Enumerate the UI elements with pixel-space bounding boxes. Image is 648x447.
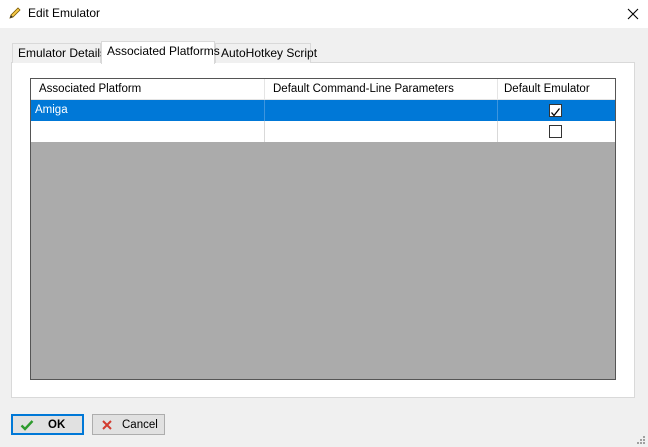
tab-emulator-details[interactable]: Emulator Details: [12, 43, 106, 63]
platforms-grid[interactable]: Associated Platform Default Command-Line…: [30, 78, 616, 380]
resize-grip-icon[interactable]: [636, 435, 646, 445]
default-emulator-cell[interactable]: [498, 100, 615, 121]
table-row[interactable]: [31, 121, 615, 142]
x-icon: [102, 419, 112, 430]
default-emulator-cell[interactable]: [498, 121, 615, 142]
tab-label: Associated Platforms: [107, 44, 220, 58]
pencil-icon: [9, 7, 21, 19]
platform-cell[interactable]: Amiga: [31, 100, 265, 121]
window-title: Edit Emulator: [28, 6, 101, 20]
column-header-default-emulator[interactable]: Default Emulator: [498, 79, 615, 100]
close-button[interactable]: [618, 0, 648, 28]
column-header-platform[interactable]: Associated Platform: [31, 79, 265, 100]
default-emulator-checkbox[interactable]: [549, 104, 562, 117]
column-header-params[interactable]: Default Command-Line Parameters: [265, 79, 498, 100]
tab-strip: Emulator Details Associated Platforms Au…: [12, 41, 632, 64]
checkmark-icon: [20, 419, 34, 431]
params-cell[interactable]: [265, 100, 498, 121]
ok-label: OK: [48, 418, 66, 431]
cancel-label: Cancel: [122, 418, 158, 431]
cancel-button[interactable]: Cancel: [92, 414, 165, 435]
tab-label: AutoHotkey Script: [221, 46, 318, 60]
ok-button[interactable]: OK: [11, 414, 84, 435]
platform-cell[interactable]: [31, 121, 265, 142]
tab-autohotkey-script[interactable]: AutoHotkey Script: [215, 43, 317, 63]
tab-associated-platforms[interactable]: Associated Platforms: [101, 41, 220, 64]
checkmark-icon: [551, 108, 561, 117]
close-icon: [627, 8, 639, 20]
grid-header: Associated Platform Default Command-Line…: [31, 79, 615, 100]
params-cell[interactable]: [265, 121, 498, 142]
title-bar: Edit Emulator: [0, 0, 648, 28]
table-row[interactable]: Amiga: [31, 100, 615, 121]
tab-label: Emulator Details: [18, 46, 107, 60]
default-emulator-checkbox[interactable]: [549, 125, 562, 138]
